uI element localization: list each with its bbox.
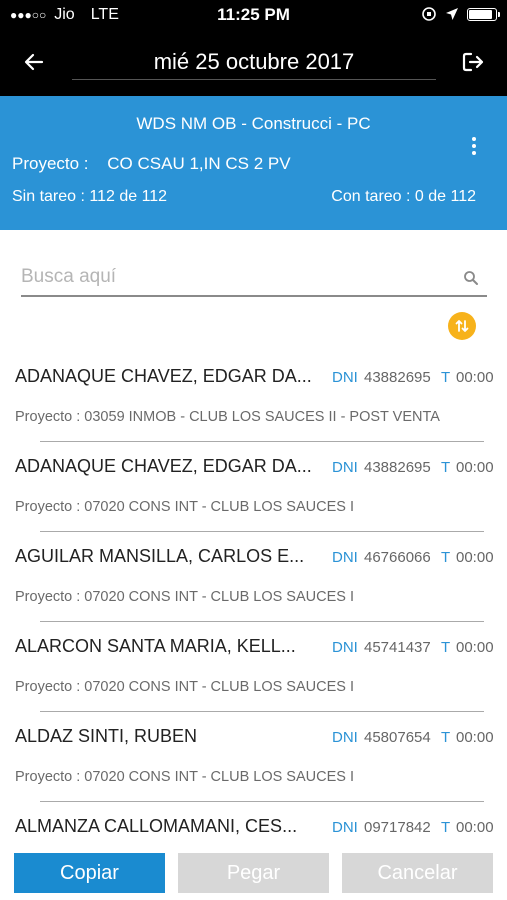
t-label: T [441, 369, 451, 386]
sort-button[interactable] [448, 312, 476, 340]
t-label: T [441, 459, 451, 476]
dni-label: DNI [332, 819, 358, 836]
dni-label: DNI [332, 369, 358, 386]
sort-arrows-icon [455, 320, 469, 332]
app-bar: mié 25 octubre 2017 [0, 30, 507, 96]
proyecto-line: Proyecto : CO CSAU 1,IN CS 2 PV [12, 154, 291, 174]
search-bar [21, 260, 487, 297]
dni-label: DNI [332, 729, 358, 746]
dni-value: 43882695 [364, 369, 431, 386]
dni-label: DNI [332, 459, 358, 476]
date-selector[interactable]: mié 25 octubre 2017 [72, 46, 436, 80]
worker-name: ALMANZA CALLOMAMANI, CES... [15, 816, 298, 836]
action-bar: Copiar Pegar Cancelar [0, 844, 507, 900]
worker-name: AGUILAR MANSILLA, CARLOS E... [15, 546, 305, 566]
worker-proyecto: Proyecto : 07020 CONS INT - CLUB LOS SAU… [15, 589, 354, 605]
list-item[interactable]: ADANAQUE CHAVEZ, EDGAR DA... DNI 4388269… [0, 442, 507, 532]
con-tareo-count: Con tareo : 0 de 112 [331, 188, 476, 205]
crew-info-panel: WDS NM OB - Construcci - PC Proyecto : C… [0, 96, 507, 230]
t-value: 00:00 [456, 819, 494, 836]
status-bar: ●●●○○ Jio LTE 11:25 PM [0, 0, 507, 30]
worker-proyecto: Proyecto : 07020 CONS INT - CLUB LOS SAU… [15, 769, 354, 785]
t-value: 00:00 [456, 729, 494, 746]
logout-icon[interactable] [459, 48, 487, 76]
battery-fill [469, 9, 492, 19]
crew-title: WDS NM OB - Construcci - PC [136, 114, 371, 133]
more-vert-icon[interactable] [465, 134, 483, 158]
list-item[interactable]: ALARCON SANTA MARIA, KELL... DNI 4574143… [0, 622, 507, 712]
t-label: T [441, 819, 451, 836]
dni-value: 45741437 [364, 639, 431, 656]
t-label: T [441, 549, 451, 566]
cancel-button[interactable]: Cancelar [342, 853, 493, 893]
proyecto-value: CO CSAU 1,IN CS 2 PV [107, 154, 291, 173]
location-arrow-icon [446, 8, 458, 20]
t-value: 00:00 [456, 369, 494, 386]
dni-value: 45807654 [364, 729, 431, 746]
orientation-lock-icon [422, 7, 436, 21]
worker-proyecto: Proyecto : 07020 CONS INT - CLUB LOS SAU… [15, 499, 354, 515]
worker-name: ADANAQUE CHAVEZ, EDGAR DA... [15, 456, 312, 476]
t-value: 00:00 [456, 459, 494, 476]
search-icon[interactable] [463, 270, 479, 286]
proyecto-label: Proyecto : [12, 154, 89, 173]
status-right [421, 6, 500, 22]
sin-tareo-count: Sin tareo : 112 de 112 [12, 188, 168, 205]
paste-button[interactable]: Pegar [178, 853, 329, 893]
dni-value: 46766066 [364, 549, 431, 566]
dni-label: DNI [332, 549, 358, 566]
worker-proyecto: Proyecto : 03059 INMOB - CLUB LOS SAUCES… [15, 409, 440, 425]
list-item[interactable]: ALDAZ SINTI, RUBEN DNI 45807654 T 00:00 … [0, 712, 507, 802]
t-value: 00:00 [456, 549, 494, 566]
search-input[interactable] [21, 260, 441, 294]
list-item[interactable]: ALMANZA CALLOMAMANI, CES... DNI 09717842… [0, 802, 507, 844]
list-item[interactable]: AGUILAR MANSILLA, CARLOS E... DNI 467660… [0, 532, 507, 622]
list-item[interactable]: ADANAQUE CHAVEZ, EDGAR DA... DNI 4388269… [0, 352, 507, 442]
t-label: T [441, 639, 451, 656]
worker-name: ALARCON SANTA MARIA, KELL... [15, 636, 296, 656]
t-value: 00:00 [456, 639, 494, 656]
arrow-left-icon[interactable] [20, 48, 48, 76]
t-label: T [441, 729, 451, 746]
worker-name: ALDAZ SINTI, RUBEN [15, 726, 198, 746]
worker-list: ADANAQUE CHAVEZ, EDGAR DA... DNI 4388269… [0, 352, 507, 844]
worker-name: ADANAQUE CHAVEZ, EDGAR DA... [15, 366, 312, 386]
battery-icon [467, 7, 500, 21]
dni-value: 09717842 [364, 819, 431, 836]
worker-proyecto: Proyecto : 07020 CONS INT - CLUB LOS SAU… [15, 679, 354, 695]
dni-label: DNI [332, 639, 358, 656]
copy-button[interactable]: Copiar [14, 853, 165, 893]
dni-value: 43882695 [364, 459, 431, 476]
